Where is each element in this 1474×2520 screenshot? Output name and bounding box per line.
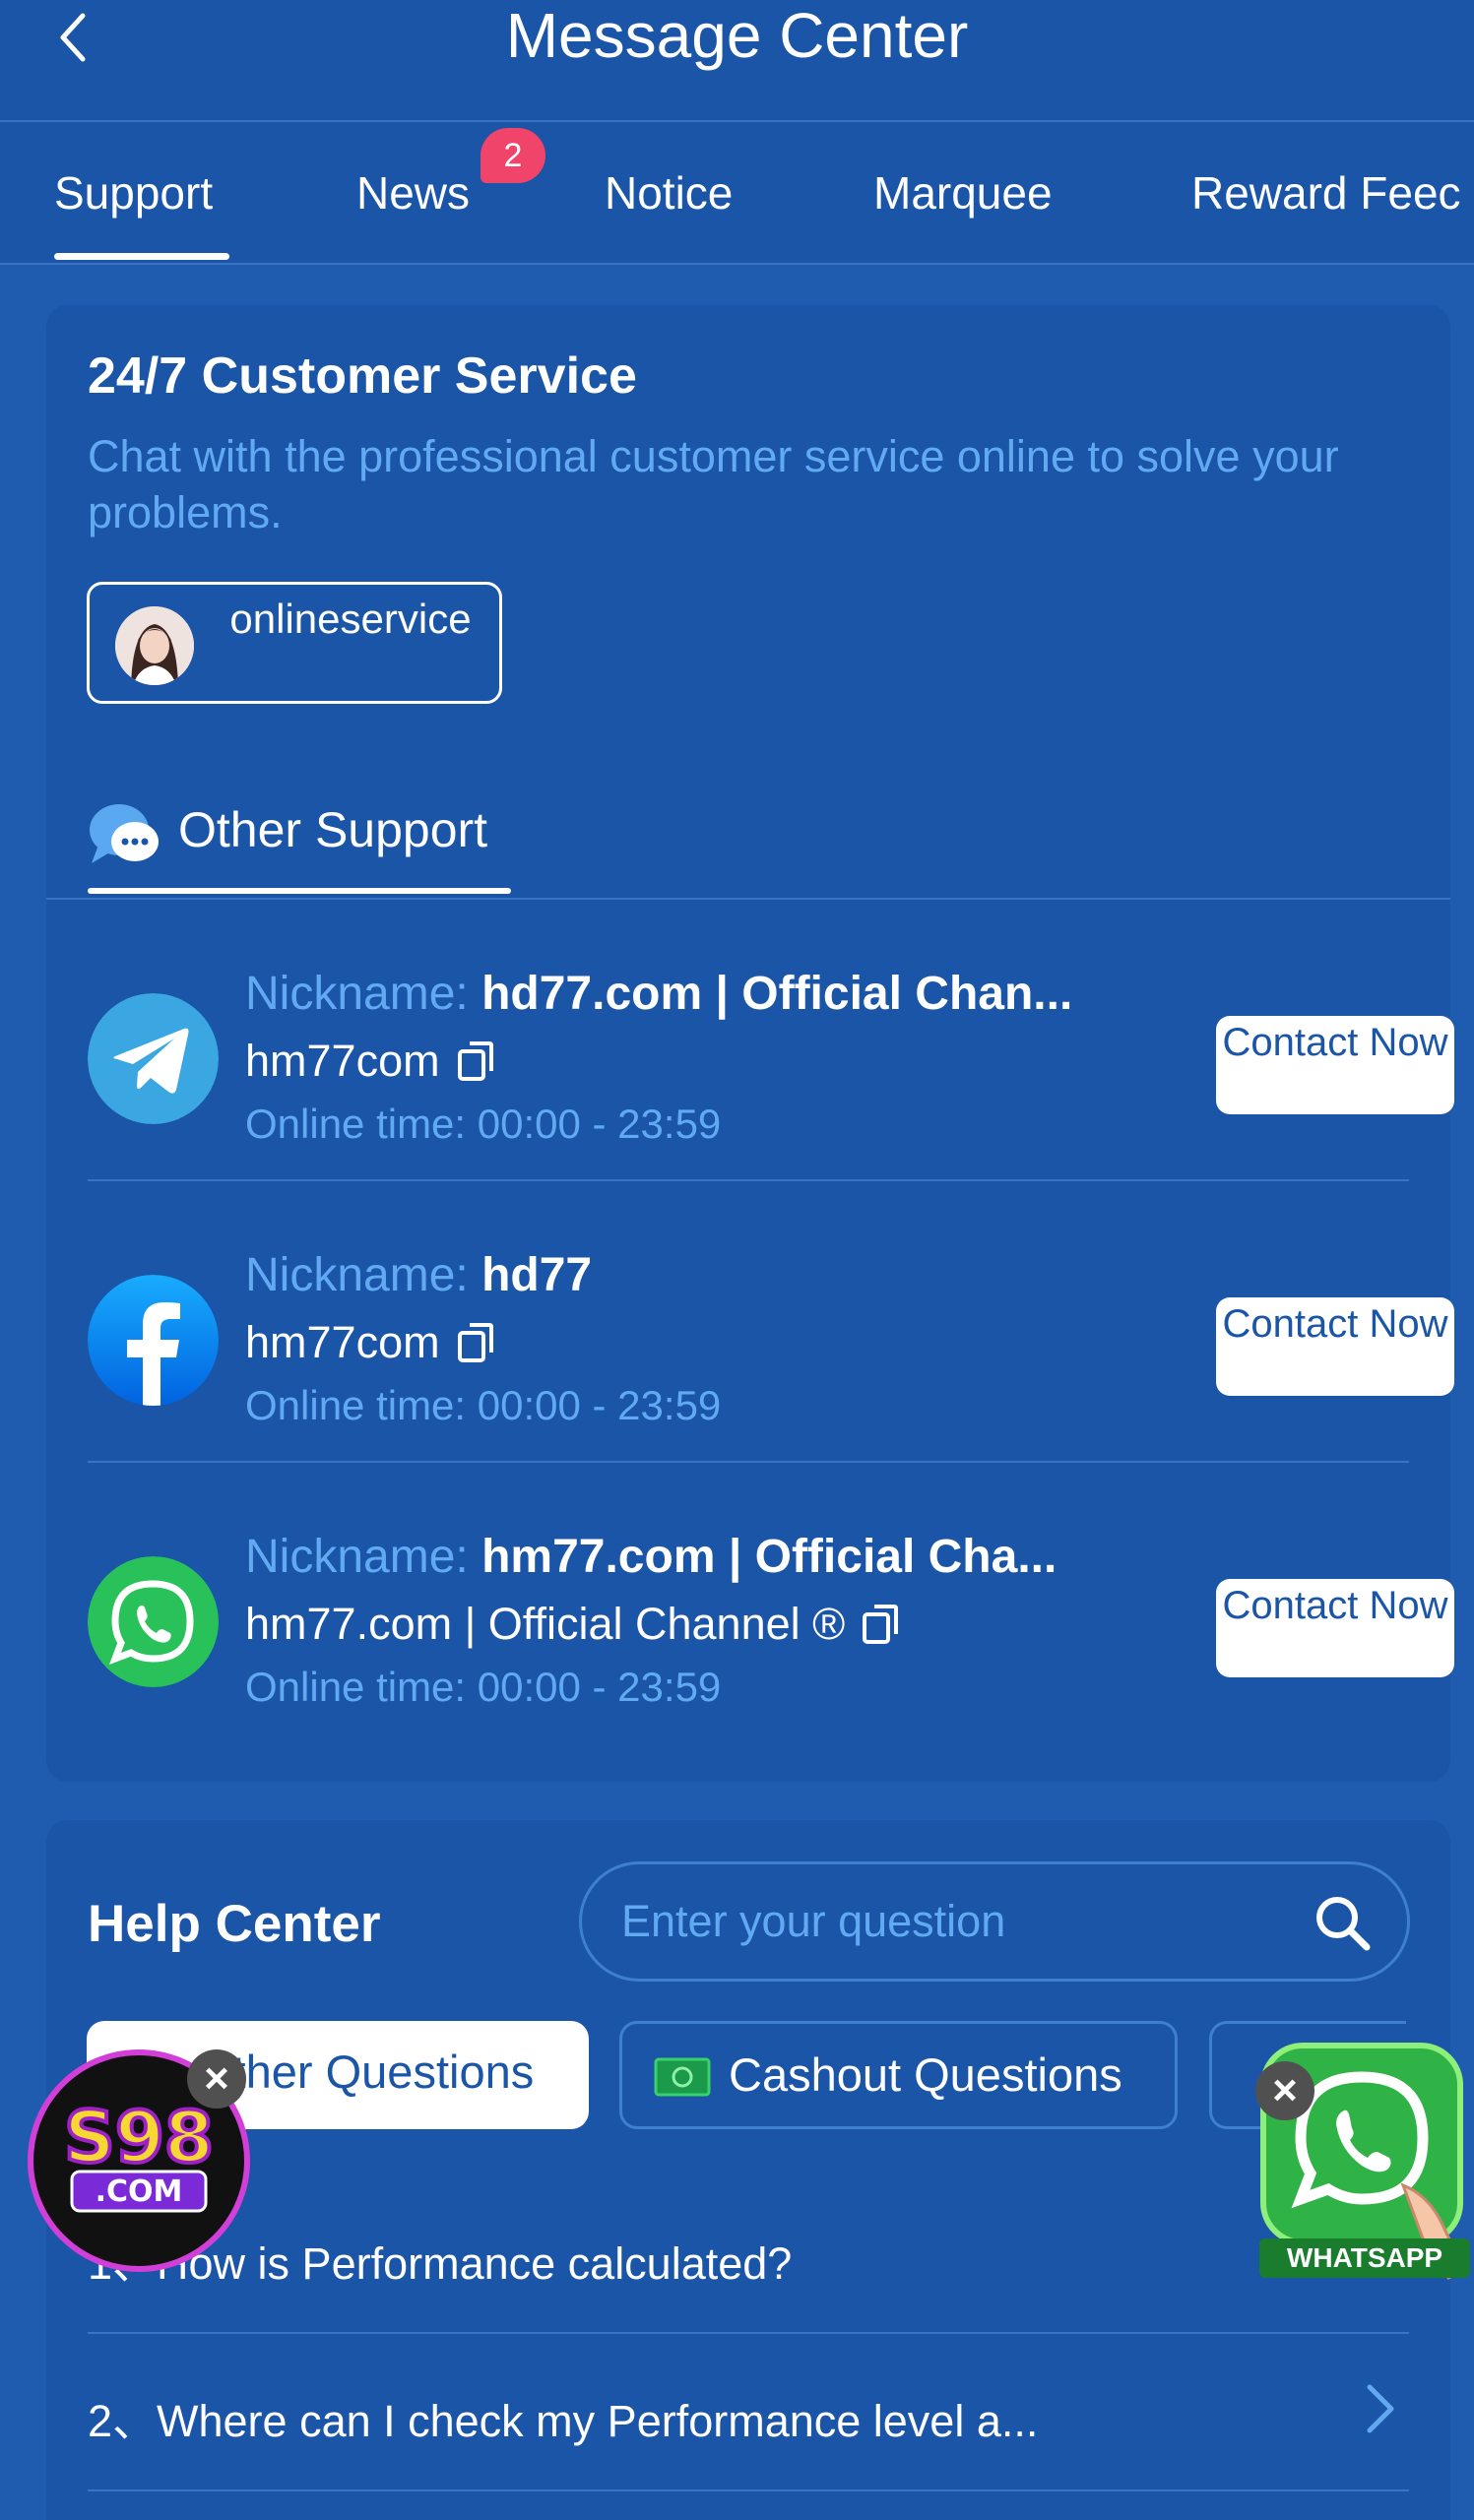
help-center-card: Help Center Other Questions Cashout Ques… bbox=[46, 1820, 1450, 2520]
row-divider bbox=[88, 2489, 1409, 2491]
tab-notice[interactable]: Notice bbox=[605, 163, 733, 222]
cash-icon bbox=[654, 2057, 711, 2097]
contact-nickname: Nickname: hm77.com | Official Cha... bbox=[245, 1531, 1057, 1583]
search-bar bbox=[579, 1861, 1410, 1982]
faq-item[interactable]: 2、Where can I check my Performance level… bbox=[88, 2334, 1409, 2491]
contact-online-time: Online time: 00:00 - 23:59 bbox=[245, 1382, 722, 1428]
tab-support[interactable]: Support bbox=[54, 163, 213, 222]
contact-item-whatsapp: Nickname: hm77.com | Official Cha... hm7… bbox=[88, 1463, 1454, 1744]
chevron-right-icon bbox=[1367, 2384, 1394, 2433]
contact-online-time: Online time: 00:00 - 23:59 bbox=[245, 1101, 722, 1147]
avatar bbox=[115, 606, 194, 685]
copy-icon[interactable] bbox=[456, 1321, 495, 1364]
contact-item-telegram: Nickname: hd77.com | Official Chan... hm… bbox=[88, 900, 1454, 1181]
svg-text:S98: S98 bbox=[64, 2096, 214, 2178]
news-badge: 2 bbox=[481, 128, 545, 183]
customer-service-card: 24/7 Customer Service Chat with the prof… bbox=[46, 305, 1454, 1782]
contact-account: hm77com bbox=[245, 1317, 495, 1368]
category-cashout-questions[interactable]: Cashout Questions bbox=[619, 2021, 1178, 2129]
facebook-icon bbox=[88, 1275, 219, 1406]
contact-online-time: Online time: 00:00 - 23:59 bbox=[245, 1664, 722, 1710]
whatsapp-icon bbox=[88, 1556, 219, 1687]
copy-icon[interactable] bbox=[861, 1603, 900, 1646]
contact-account: hm77.com | Official Channel ® bbox=[245, 1599, 900, 1650]
tab-reward-feedback[interactable]: Reward Feec bbox=[1191, 163, 1461, 222]
whatsapp-floating-widget[interactable]: WHATSAPP × bbox=[1255, 2038, 1474, 2284]
tab-marquee[interactable]: Marquee bbox=[873, 163, 1053, 222]
contact-now-button[interactable]: Contact Now bbox=[1216, 1297, 1454, 1396]
faq-item[interactable]: 1、How is Performance calculated? bbox=[88, 2176, 1409, 2334]
other-support-label: Other Support bbox=[178, 802, 488, 857]
s98-floating-widget[interactable]: S98 .COM × bbox=[28, 2049, 250, 2272]
faq-question: 2、Where can I check my Performance level… bbox=[88, 2396, 1039, 2446]
contact-item-facebook: Nickname: hd77 hm77com Online time: 00:0… bbox=[88, 1181, 1454, 1463]
tab-news[interactable]: News bbox=[356, 163, 470, 222]
header-bar: Message Center bbox=[0, 0, 1474, 122]
close-icon[interactable]: × bbox=[1255, 2061, 1314, 2120]
copy-icon[interactable] bbox=[456, 1040, 495, 1083]
contact-nickname: Nickname: hd77 bbox=[245, 1249, 593, 1301]
customer-service-description: Chat with the professional customer serv… bbox=[88, 431, 1339, 537]
svg-text:.COM: .COM bbox=[96, 2174, 183, 2209]
search-input[interactable] bbox=[621, 1864, 1291, 1979]
customer-service-title: 24/7 Customer Service bbox=[88, 347, 637, 405]
search-icon[interactable] bbox=[1313, 1893, 1372, 1952]
other-support-underline bbox=[88, 888, 511, 894]
tab-bar: Support News Notice Marquee Reward Feec bbox=[0, 122, 1474, 265]
contact-now-button[interactable]: Contact Now bbox=[1216, 1579, 1454, 1677]
chat-bubbles-icon bbox=[90, 804, 159, 863]
contact-now-button[interactable]: Contact Now bbox=[1216, 1016, 1454, 1114]
help-center-title: Help Center bbox=[88, 1895, 381, 1953]
telegram-icon bbox=[88, 993, 219, 1124]
online-service-button[interactable]: onlineservice bbox=[87, 582, 502, 704]
online-service-label: onlineservice bbox=[229, 596, 472, 642]
contact-account: hm77com bbox=[245, 1036, 495, 1087]
close-icon[interactable]: × bbox=[187, 2049, 246, 2109]
active-tab-indicator bbox=[54, 253, 229, 260]
contact-nickname: Nickname: hd77.com | Official Chan... bbox=[245, 968, 1073, 1020]
page-title: Message Center bbox=[505, 0, 969, 71]
whatsapp-label: WHATSAPP bbox=[1286, 2242, 1443, 2273]
